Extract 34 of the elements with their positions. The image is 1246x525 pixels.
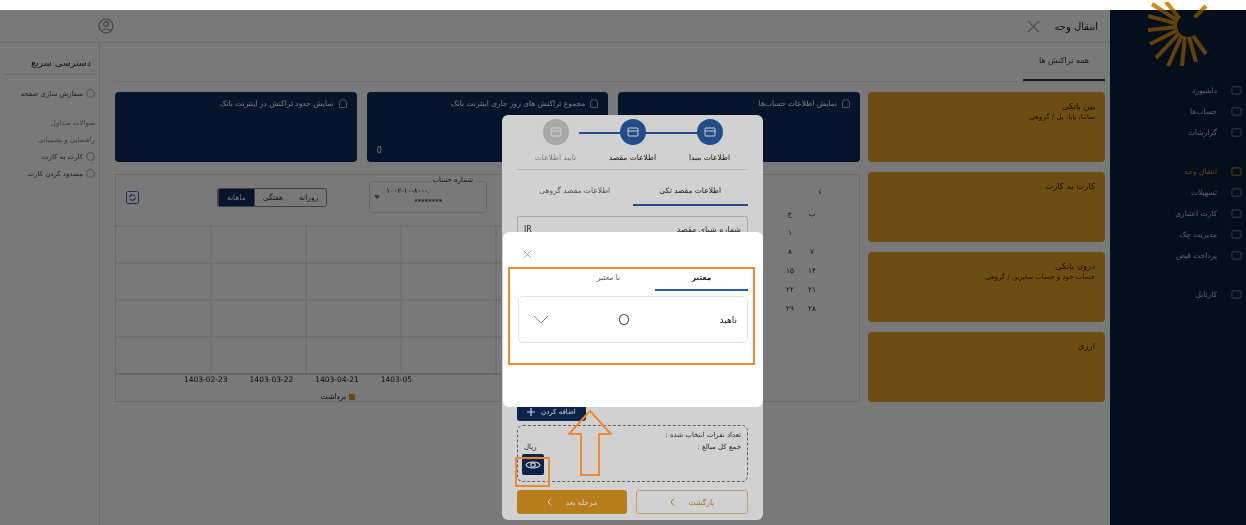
card-title: کارت به کارت [1044,181,1095,191]
card-title: درون بانکی [1053,261,1095,271]
caret-icon [374,195,381,199]
menu-item-icon [1231,187,1242,198]
card-title: بین بانکی [1060,101,1095,111]
refresh-icon[interactable] [126,190,139,204]
contact-name: ناهید [718,314,737,325]
close-icon[interactable] [523,250,532,259]
menu-item-icon [1231,106,1242,117]
highlight-frame [515,457,550,487]
transfer-type-card[interactable]: کارت به کارت [868,172,1105,242]
tab[interactable]: همه تراکنش ها [1023,43,1105,81]
view-button[interactable] [522,454,544,475]
user-icon[interactable] [98,18,114,34]
menu-item-icon [1231,289,1242,300]
chevron-down-icon[interactable] [533,315,549,324]
page-title: انتقال وجه [1054,20,1098,32]
next-month-button[interactable]: › [817,185,822,198]
menu-item-icon [1231,166,1242,177]
card-value: 0 [376,146,382,155]
contact-card[interactable]: ناهید [518,296,748,343]
menu-item-icon [1231,229,1242,240]
legend-swatch [349,393,356,400]
menu-item-icon [1231,208,1242,219]
chevron-left-icon [546,498,552,506]
menu-item-icon [1231,250,1242,261]
card-title: ارزی [1076,341,1095,351]
transfer-type-card[interactable]: ارزی [868,332,1105,402]
menu-item-icon [1231,85,1242,96]
close-icon[interactable] [1027,19,1041,33]
panel-title: دسترسی سریع [4,43,95,75]
menu-item-icon [1231,127,1242,138]
chevron-left-icon [669,498,675,506]
eye-icon [525,458,541,471]
